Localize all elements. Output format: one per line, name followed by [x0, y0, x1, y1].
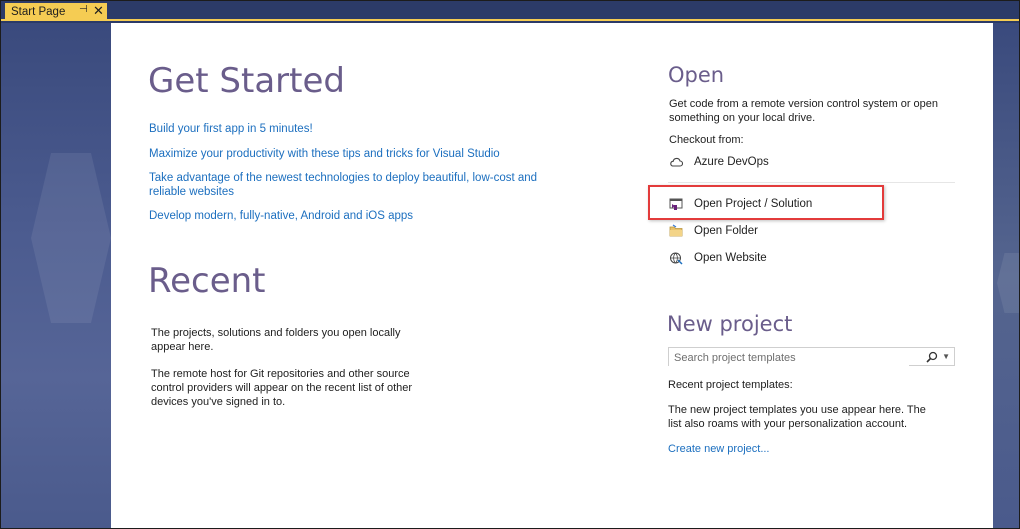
- left-background-panel: [1, 23, 111, 528]
- open-website-label: Open Website: [694, 252, 767, 264]
- templates-note-line1: The new project templates you use appear…: [668, 404, 926, 416]
- start-page-window: Start Page ⊣ ✕ Get Started Build your fi…: [0, 0, 1020, 529]
- start-page-content: Get Started Build your first app in 5 mi…: [111, 23, 993, 528]
- recent-description-2-line2: control providers will appear on the rec…: [151, 382, 413, 394]
- open-description: Get code from a remote version control s…: [669, 97, 938, 125]
- search-input[interactable]: [669, 349, 909, 367]
- open-folder-label: Open Folder: [694, 225, 758, 237]
- cloud-icon: [669, 155, 684, 169]
- hexagon-decoration: [31, 153, 111, 323]
- open-description-line1: Get code from a remote version control s…: [669, 98, 939, 110]
- open-folder-item[interactable]: Open Folder: [669, 224, 758, 238]
- recent-description-1-line1: The projects, solutions and folders you …: [151, 327, 401, 339]
- globe-icon: [669, 251, 683, 265]
- get-started-title: Get Started: [148, 61, 345, 101]
- build-first-app-link[interactable]: Build your first app in 5 minutes!: [149, 122, 313, 136]
- create-new-project-link[interactable]: Create new project...: [668, 442, 770, 456]
- recent-templates-label: Recent project templates:: [668, 379, 793, 391]
- recent-description-2: The remote host for Git repositories and…: [151, 367, 412, 409]
- recent-description-1-line2: appear here.: [151, 341, 214, 353]
- newest-technologies-link-line2: reliable websites: [149, 186, 235, 198]
- open-project-solution-item[interactable]: Open Project / Solution: [669, 197, 812, 211]
- open-project-icon: [669, 197, 683, 211]
- native-apps-link[interactable]: Develop modern, fully-native, Android an…: [149, 209, 413, 223]
- search-icon[interactable]: [926, 350, 938, 363]
- recent-description-2-line1: The remote host for Git repositories and…: [151, 368, 410, 380]
- hexagon-decoration: [997, 253, 1019, 313]
- pin-icon[interactable]: ⊣: [79, 4, 88, 15]
- azure-devops-label: Azure DevOps: [694, 156, 769, 168]
- newest-technologies-link[interactable]: Take advantage of the newest technologie…: [149, 171, 537, 199]
- recent-title: Recent: [148, 261, 266, 301]
- templates-note: The new project templates you use appear…: [668, 403, 926, 431]
- search-project-templates[interactable]: ▼: [668, 347, 955, 367]
- open-project-solution-label: Open Project / Solution: [694, 198, 813, 210]
- recent-description-1: The projects, solutions and folders you …: [151, 326, 400, 354]
- open-description-line2: something on your local drive.: [669, 112, 816, 124]
- new-project-title: New project: [667, 312, 793, 336]
- templates-note-line2: list also roams with your personalizatio…: [668, 418, 908, 430]
- newest-technologies-link-line1: Take advantage of the newest technologie…: [149, 172, 538, 184]
- productivity-tips-link[interactable]: Maximize your productivity with these ti…: [149, 147, 500, 161]
- open-title: Open: [668, 63, 725, 87]
- close-icon[interactable]: ✕: [93, 3, 104, 19]
- recent-description-2-line3: devices you've signed in to.: [151, 396, 286, 408]
- tab-bar: Start Page ⊣ ✕: [1, 1, 1019, 21]
- right-background-panel: [993, 23, 1019, 528]
- checkout-from-label: Checkout from:: [669, 134, 744, 146]
- tab-label: Start Page: [11, 6, 66, 18]
- open-website-item[interactable]: Open Website: [669, 251, 767, 265]
- folder-icon: [669, 224, 683, 238]
- azure-devops-item[interactable]: Azure DevOps: [669, 155, 769, 169]
- tab-start-page[interactable]: Start Page ⊣ ✕: [5, 3, 107, 21]
- chevron-down-icon[interactable]: ▼: [942, 350, 950, 364]
- open-divider: [668, 182, 955, 183]
